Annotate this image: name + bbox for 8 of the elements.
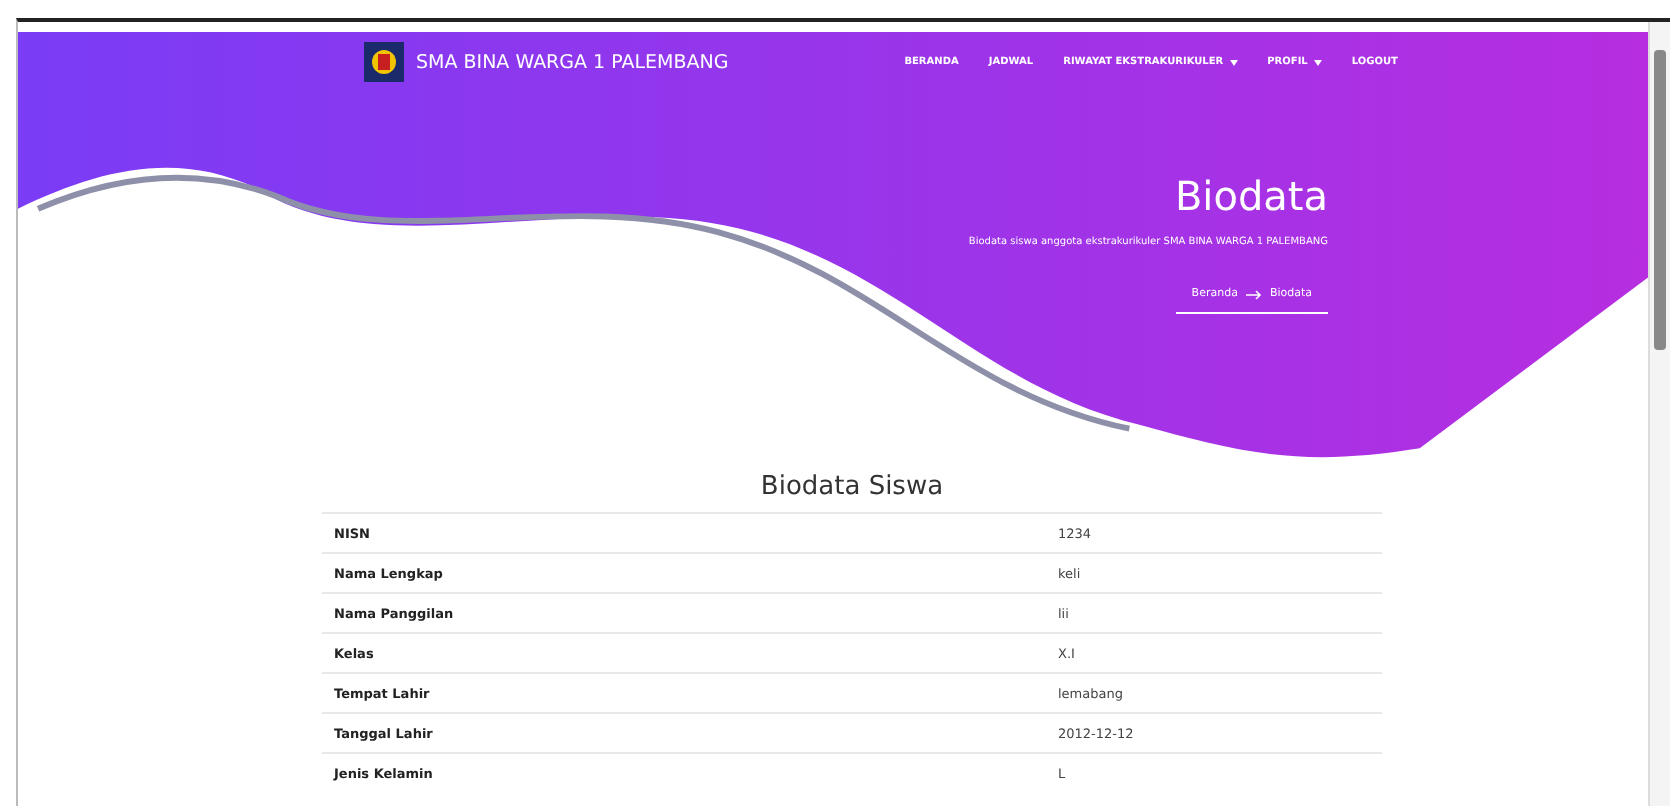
scrollbar[interactable] bbox=[1648, 22, 1670, 806]
page-title: Biodata bbox=[1174, 172, 1328, 220]
brand-name[interactable]: SMA BINA WARGA 1 PALEMBANG bbox=[416, 51, 729, 73]
caret-icon bbox=[1229, 59, 1238, 65]
section-title: Biodata Siswa bbox=[758, 472, 946, 502]
caret-icon bbox=[1313, 59, 1322, 65]
school-logo-icon bbox=[362, 40, 406, 84]
arrow-icon bbox=[1245, 289, 1262, 299]
